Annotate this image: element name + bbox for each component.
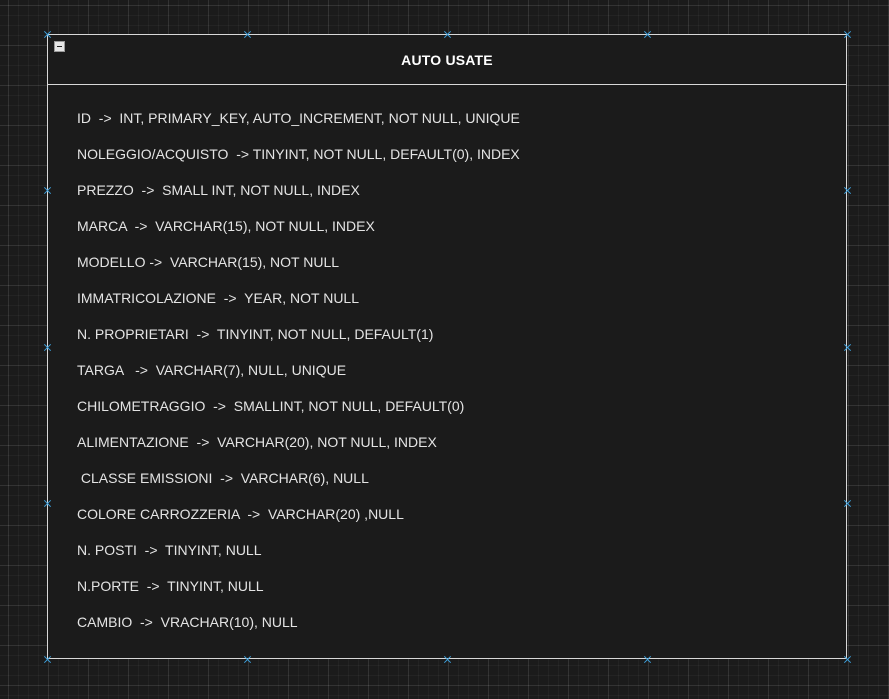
resize-handle-icon[interactable] xyxy=(844,500,851,507)
attribute-row: IMMATRICOLAZIONE -> YEAR, NOT NULL xyxy=(77,290,359,306)
resize-handle-icon[interactable] xyxy=(244,656,251,663)
entity-title: AUTO USATE xyxy=(401,52,493,68)
resize-handle-icon[interactable] xyxy=(44,187,51,194)
attribute-row: MARCA -> VARCHAR(15), NOT NULL, INDEX xyxy=(77,218,375,234)
attribute-row: CHILOMETRAGGIO -> SMALLINT, NOT NULL, DE… xyxy=(77,398,465,414)
resize-handle-icon[interactable] xyxy=(244,31,251,38)
attribute-row: PREZZO -> SMALL INT, NOT NULL, INDEX xyxy=(77,182,360,198)
attribute-row: ID -> INT, PRIMARY_KEY, AUTO_INCREMENT, … xyxy=(77,110,520,126)
entity-header[interactable]: AUTO USATE xyxy=(48,35,846,85)
resize-handle-icon[interactable] xyxy=(844,344,851,351)
resize-handle-icon[interactable] xyxy=(44,656,51,663)
attribute-list: ID -> INT, PRIMARY_KEY, AUTO_INCREMENT, … xyxy=(77,109,520,649)
attribute-row: COLORE CARROZZERIA -> VARCHAR(20) ,NULL xyxy=(77,506,404,522)
resize-handle-icon[interactable] xyxy=(844,31,851,38)
attribute-row: N.PORTE -> TINYINT, NULL xyxy=(77,578,264,594)
resize-handle-icon[interactable] xyxy=(44,31,51,38)
resize-handle-icon[interactable] xyxy=(444,31,451,38)
resize-handle-icon[interactable] xyxy=(44,344,51,351)
attribute-row: TARGA -> VARCHAR(7), NULL, UNIQUE xyxy=(77,362,347,378)
resize-handle-icon[interactable] xyxy=(644,656,651,663)
attribute-row: MODELLO -> VARCHAR(15), NOT NULL xyxy=(77,254,340,270)
resize-handle-icon[interactable] xyxy=(44,500,51,507)
resize-handle-icon[interactable] xyxy=(444,656,451,663)
attribute-row: N. POSTI -> TINYINT, NULL xyxy=(77,542,262,558)
entity-auto-usate[interactable]: AUTO USATE ID -> INT, PRIMARY_KEY, AUTO_… xyxy=(47,34,847,659)
resize-handle-icon[interactable] xyxy=(844,656,851,663)
resize-handle-icon[interactable] xyxy=(644,31,651,38)
attribute-row: N. PROPRIETARI -> TINYINT, NOT NULL, DEF… xyxy=(77,326,434,342)
attribute-row: CLASSE EMISSIONI -> VARCHAR(6), NULL xyxy=(77,470,369,486)
attribute-row: CAMBIO -> VRACHAR(10), NULL xyxy=(77,614,298,630)
attribute-row: ALIMENTAZIONE -> VARCHAR(20), NOT NULL, … xyxy=(77,434,437,450)
attribute-row: NOLEGGIO/ACQUISTO -> TINYINT, NOT NULL, … xyxy=(77,146,520,162)
resize-handle-icon[interactable] xyxy=(844,187,851,194)
